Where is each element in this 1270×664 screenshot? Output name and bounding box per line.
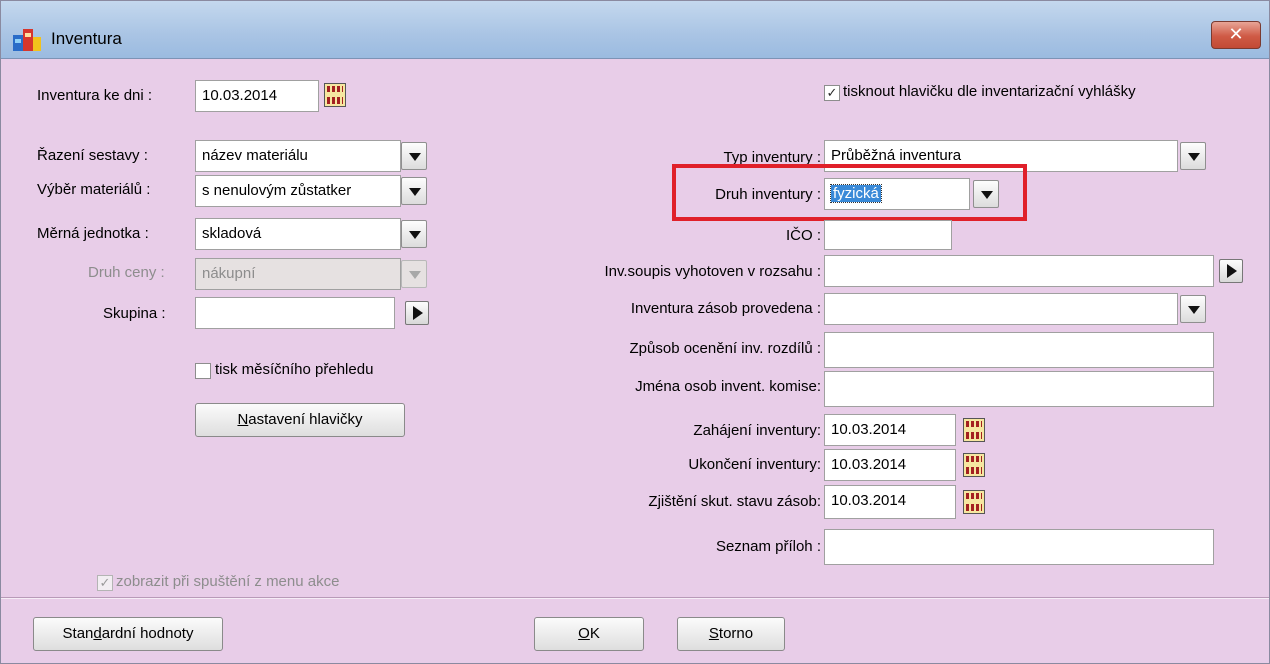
tisk-mesicniho-label: tisk měsíčního přehledu [215,361,374,378]
druh-ceny-label: Druh ceny : [88,264,165,281]
zobrazit-label: zobrazit při spuštění z menu akce [116,573,340,590]
window-title: Inventura [51,29,122,48]
jednotka-label: Měrná jednotka : [37,225,149,242]
jednotka-select[interactable]: skladová [195,218,401,250]
zjisteni-label: Zjištění skut. stavu zásob: [648,493,821,510]
calendar-icon[interactable] [963,453,985,477]
tisknout-hlavicku-label: tisknout hlavičku dle inventarizační vyh… [843,83,1136,100]
soupis-label: Inv.soupis vyhotoven v rozsahu : [604,263,821,280]
ukonceni-field[interactable]: 10.03.2014 [824,449,956,481]
title-bar[interactable]: Inventura ✕ [1,1,1269,59]
chevron-down-icon[interactable] [401,220,427,248]
chevron-down-icon[interactable] [1180,142,1206,170]
razeni-select[interactable]: název materiálu [195,140,401,172]
storno-button[interactable]: Storno [677,617,785,651]
inventura-window: Inventura ✕ Inventura ke dni : 10.03.201… [0,0,1270,664]
standardni-hodnoty-button[interactable]: Standardní hodnoty [33,617,223,651]
skupina-field[interactable] [195,297,395,329]
zobrazit-checkbox[interactable]: ✓ [97,575,113,591]
chevron-down-icon[interactable] [401,177,427,205]
chevron-down-icon [401,260,427,288]
close-button[interactable]: ✕ [1211,21,1261,49]
oceneni-label: Způsob ocenění inv. rozdílů : [629,340,822,357]
nastaveni-hlavicky-button[interactable]: Nastavení hlavičky [195,403,405,437]
ukonceni-label: Ukončení inventury: [688,456,821,473]
separator [1,597,1269,599]
arrow-right-icon[interactable] [405,301,429,325]
druh-ceny-select: nákupní [195,258,401,290]
razeni-label: Řazení sestavy : [37,147,148,164]
highlight-box [672,164,1027,221]
ico-label: IČO : [785,227,821,244]
arrow-right-icon[interactable] [1219,259,1243,283]
prilohy-label: Seznam příloh : [715,538,821,555]
provedena-select[interactable] [824,293,1178,325]
zahajeni-label: Zahájení inventury: [693,422,821,439]
app-icon [13,29,41,51]
komise-label: Jména osob invent. komise: [635,378,821,395]
provedena-label: Inventura zásob provedena : [630,300,821,317]
komise-field[interactable] [824,371,1214,407]
zjisteni-field[interactable]: 10.03.2014 [824,485,956,519]
soupis-field[interactable] [824,255,1214,287]
close-icon: ✕ [1228,24,1244,44]
zahajeni-field[interactable]: 10.03.2014 [824,414,956,446]
tisknout-hlavicku-checkbox[interactable]: ✓ [824,85,840,101]
calendar-icon[interactable] [963,418,985,442]
skupina-label: Skupina : [103,305,166,322]
inventura-ke-dni-label: Inventura ke dni : [37,87,153,104]
tisk-mesicniho-checkbox[interactable] [195,363,211,379]
oceneni-field[interactable] [824,332,1214,368]
ok-button[interactable]: OK [534,617,644,651]
calendar-icon[interactable] [324,83,346,107]
calendar-icon[interactable] [963,490,985,514]
vyber-select[interactable]: s nenulovým zůstatker [195,175,401,207]
vyber-label: Výběr materiálů : [37,181,151,198]
chevron-down-icon[interactable] [1180,295,1206,323]
inventura-ke-dni-field[interactable]: 10.03.2014 [195,80,319,112]
prilohy-field[interactable] [824,529,1214,565]
ico-field[interactable] [824,220,952,250]
chevron-down-icon[interactable] [401,142,427,170]
